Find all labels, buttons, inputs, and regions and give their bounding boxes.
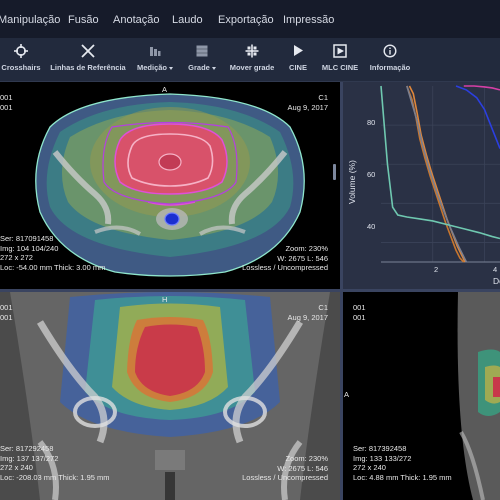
axial-viewport[interactable]: A 001 001 C1 Aug 9, 2017 Ser: 817091458 Img… (0, 82, 340, 289)
crosshairs-icon (14, 42, 28, 59)
axial-scrollbar[interactable] (333, 164, 336, 180)
dvh-ylabel: Volume (%) (347, 160, 357, 204)
axial-patient-info: 001 001 (0, 93, 13, 112)
dvh-series-line-5 (463, 85, 500, 91)
menu-bar: Manipulação Fusão Anotação Laudo Exporta… (0, 0, 500, 38)
dvh-series-line-3 (380, 85, 500, 240)
axial-study-info: C1 Aug 9, 2017 (287, 93, 328, 112)
dvh-chart: Volume (%) 80 60 40 2 4 Do (343, 82, 500, 289)
play-icon (292, 42, 304, 59)
dvh-series-line-2 (406, 85, 468, 263)
move-grid-button[interactable]: Mover grade (230, 42, 274, 72)
chevron-down-icon (169, 66, 173, 70)
reference-lines-label: Linhas de Referência (50, 63, 126, 72)
info-icon (383, 42, 397, 59)
ytick-80: 80 (367, 118, 376, 127)
measurement-label: Medição (137, 63, 173, 72)
move-grid-label: Mover grade (229, 63, 275, 72)
menu-impressao[interactable]: Impressão (283, 14, 334, 26)
grid-icon (195, 42, 209, 59)
toolbar: Crosshairs Linhas de Referência Medição … (0, 38, 500, 82)
info-button[interactable]: Informação (370, 42, 410, 72)
menu-manipulacao[interactable]: Manipulação (0, 14, 60, 26)
crosshairs-label: Crosshairs (1, 63, 41, 72)
dvh-xlabel: Do (493, 276, 500, 286)
mlc-play-icon (333, 42, 347, 59)
coronal-display-info: Zoom: 230% W: 2675 L: 546 Lossless / Uncom… (242, 454, 328, 482)
move-icon (245, 42, 259, 59)
info-label: Informação (369, 63, 411, 72)
ytick-40: 40 (367, 222, 376, 231)
menu-laudo[interactable]: Laudo (172, 14, 203, 26)
sagittal-viewport[interactable]: A 001 001 Ser: 817392458 Img: 133 133/272 2… (343, 292, 500, 500)
ytick-60: 60 (367, 170, 376, 179)
cine-label: CINE (289, 63, 307, 72)
mlc-cine-label: MLC CINE (321, 63, 359, 72)
coronal-viewport[interactable]: H 001 001 C1 Aug 9, 2017 Ser: 817292458 Img… (0, 292, 340, 500)
orientation-marker-top: A (162, 85, 168, 94)
axial-display-info: Zoom: 230% W: 2675 L: 546 Lossless / Uncom… (242, 244, 328, 272)
coronal-study-info: C1 Aug 9, 2017 (287, 303, 328, 322)
menu-anotacao[interactable]: Anotação (113, 14, 159, 26)
axial-series-info: Ser: 817091458 Img: 104 104/240 272 x 272 L… (0, 234, 106, 272)
menu-fusao[interactable]: Fusão (68, 14, 99, 26)
close-icon (81, 42, 95, 59)
ruler-icon (148, 42, 162, 59)
dvh-series-line-0 (408, 85, 466, 263)
sagittal-series-info: Ser: 817392458 Img: 133 133/272 272 x 240 L… (353, 444, 452, 482)
sagittal-patient-info: 001 001 (353, 303, 366, 322)
dvh-series-line-4 (455, 85, 500, 149)
xtick-4: 4 (493, 265, 498, 274)
measurement-button[interactable]: Medição (136, 42, 174, 72)
crosshairs-button[interactable]: Crosshairs (1, 42, 41, 72)
grid-label: Grade (188, 63, 216, 72)
xtick-2: 2 (434, 265, 439, 274)
orientation-marker-left: A (344, 390, 350, 399)
app: Manipulação Fusão Anotação Laudo Exporta… (0, 0, 500, 500)
coronal-patient-info: 001 001 (0, 303, 13, 322)
dvh-plot (380, 85, 500, 263)
grid-button[interactable]: Grade (186, 42, 218, 72)
coronal-series-info: Ser: 817292458 Img: 137 137/272 272 x 240 L… (0, 444, 110, 482)
chevron-down-icon (211, 66, 216, 70)
orientation-marker-top: H (162, 295, 168, 304)
menu-exportacao[interactable]: Exportação (218, 14, 274, 26)
cine-button[interactable]: CINE (286, 42, 310, 72)
mlc-cine-button[interactable]: MLC CINE (320, 42, 360, 72)
reference-lines-button[interactable]: Linhas de Referência (50, 42, 126, 72)
